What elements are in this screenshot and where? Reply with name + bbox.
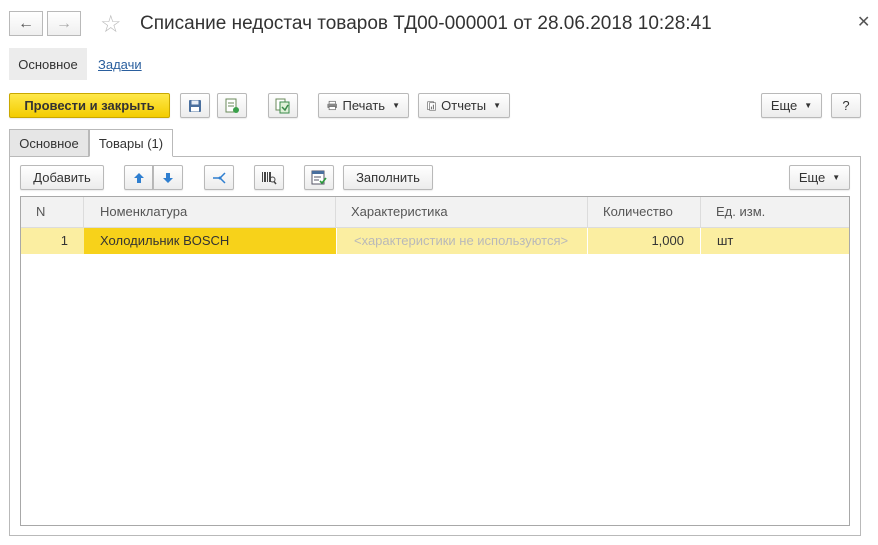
- row-number: 1: [60, 233, 68, 248]
- checklist-icon: [311, 170, 327, 185]
- reports-button[interactable]: Отчеты ▼: [418, 93, 510, 118]
- arrow-left-icon: ←: [18, 14, 34, 32]
- tab-main[interactable]: Основное: [9, 129, 89, 156]
- cell-quantity[interactable]: 1,000: [588, 228, 701, 254]
- table-row[interactable]: 1 Холодильник BOSCH <характеристики не и…: [21, 228, 849, 254]
- help-button[interactable]: ?: [831, 93, 861, 118]
- save-button[interactable]: [180, 93, 210, 118]
- print-button[interactable]: Печать ▼: [318, 93, 409, 118]
- section-tasks-link[interactable]: Задачи: [98, 57, 142, 72]
- arrow-right-icon: →: [56, 14, 72, 32]
- column-header-item[interactable]: Номенклатура: [84, 197, 336, 227]
- barcode-search-button[interactable]: [254, 165, 284, 190]
- floppy-disk-icon: [189, 99, 201, 112]
- forward-button[interactable]: →: [47, 11, 81, 36]
- close-icon[interactable]: ✕: [857, 12, 870, 32]
- column-header-n[interactable]: N: [21, 197, 84, 227]
- document-post-icon: [225, 98, 239, 113]
- fill-button[interactable]: Заполнить: [343, 165, 433, 190]
- column-header-characteristic[interactable]: Характеристика: [336, 197, 588, 227]
- move-down-button[interactable]: [153, 165, 183, 190]
- arrow-up-icon: [133, 172, 144, 183]
- more-button[interactable]: Еще ▼: [761, 93, 822, 118]
- cell-unit[interactable]: шт: [701, 228, 849, 254]
- barcode-icon: [262, 171, 277, 184]
- split-row-button[interactable]: [204, 165, 234, 190]
- window-title: Списание недостач товаров ТД00-000001 от…: [140, 13, 712, 34]
- add-button[interactable]: Добавить: [20, 165, 104, 190]
- post-and-close-button[interactable]: Провести и закрыть: [9, 93, 170, 118]
- printer-icon: [327, 100, 338, 111]
- column-header-quantity[interactable]: Количество: [588, 197, 701, 227]
- favorite-star-icon[interactable]: ☆: [100, 10, 122, 39]
- goods-table[interactable]: N Номенклатура Характеристика Количество…: [20, 196, 850, 526]
- pick-goods-button[interactable]: [304, 165, 334, 190]
- back-button[interactable]: ←: [9, 11, 43, 36]
- documents-icon: [275, 98, 290, 113]
- chevron-down-icon: ▼: [832, 173, 841, 182]
- split-icon: [213, 171, 226, 184]
- grid-more-button[interactable]: Еще ▼: [789, 165, 850, 190]
- grid-more-label: Еще: [798, 170, 826, 185]
- move-up-button[interactable]: [124, 165, 153, 190]
- more-label: Еще: [770, 98, 798, 113]
- chevron-down-icon: ▼: [804, 101, 813, 110]
- cell-item[interactable]: Холодильник BOSCH: [84, 228, 336, 254]
- arrow-down-icon: [163, 172, 173, 183]
- chevron-down-icon: ▼: [493, 101, 501, 110]
- table-header: N Номенклатура Характеристика Количество…: [21, 197, 849, 228]
- print-label: Печать: [342, 98, 386, 113]
- related-documents-button[interactable]: [268, 93, 298, 118]
- section-main[interactable]: Основное: [9, 48, 87, 80]
- reports-label: Отчеты: [441, 98, 487, 113]
- post-button[interactable]: [217, 93, 247, 118]
- reports-icon: [427, 100, 436, 111]
- cell-characteristic[interactable]: <характеристики не используются>: [336, 228, 588, 254]
- tab-goods[interactable]: Товары (1): [89, 129, 173, 157]
- chevron-down-icon: ▼: [392, 101, 400, 110]
- column-header-unit[interactable]: Ед. изм.: [701, 197, 849, 227]
